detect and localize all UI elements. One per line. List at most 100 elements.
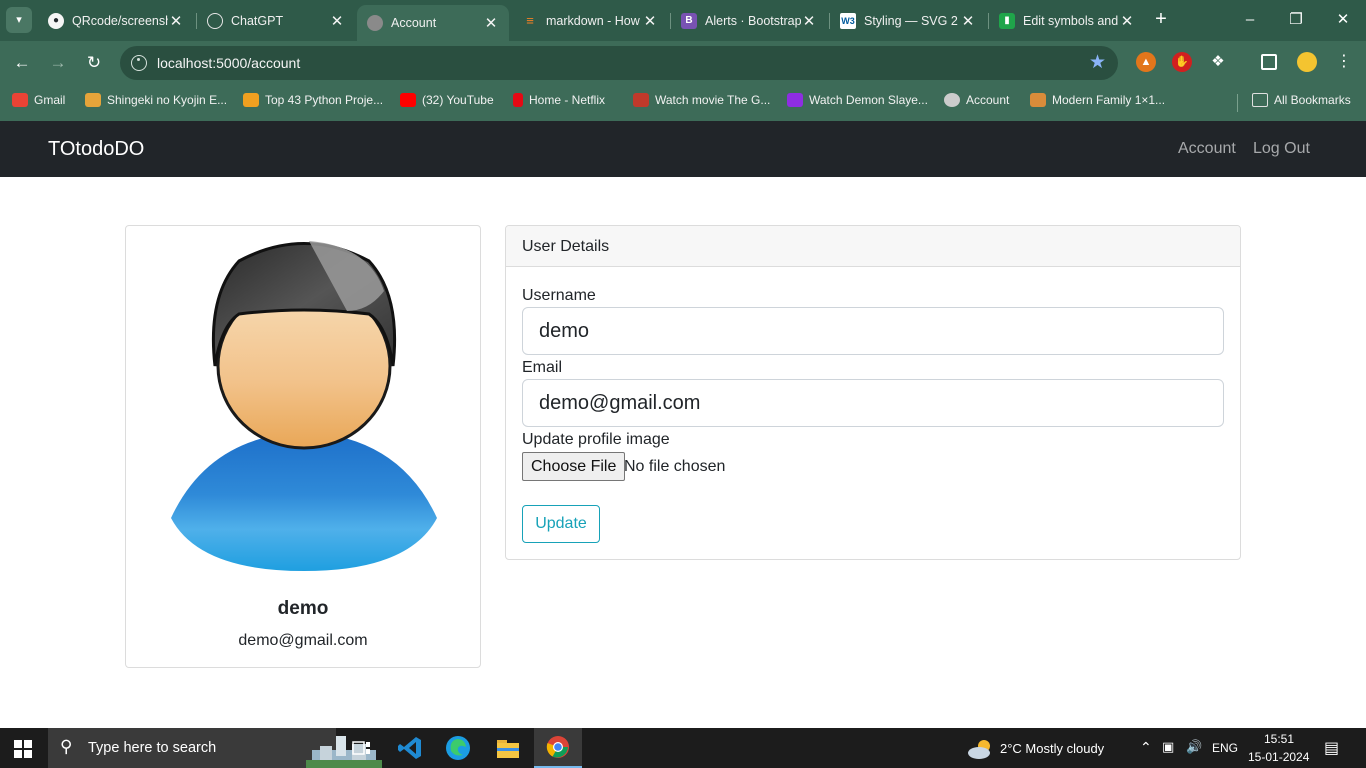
vscode-icon[interactable] — [386, 728, 434, 768]
bookmark-label: Top 43 Python Proje... — [265, 93, 384, 107]
chrome-icon[interactable] — [534, 728, 582, 768]
windows-start-icon[interactable] — [14, 740, 32, 758]
stackoverflow-icon: ≡ — [526, 13, 534, 28]
nav-account-link[interactable]: Account — [1178, 140, 1236, 158]
back-button[interactable]: ← — [8, 49, 36, 77]
bookmark-shingeki[interactable]: Shingeki no Kyojin E... — [85, 93, 227, 107]
profile-card: demo demo@gmail.com — [125, 225, 481, 668]
bookmark-label: Watch Demon Slaye... — [809, 93, 928, 107]
tab-chatgpt[interactable]: ChatGPT ✕ — [197, 6, 355, 35]
username-input[interactable] — [522, 307, 1224, 355]
close-icon[interactable]: ✕ — [168, 12, 184, 30]
close-icon[interactable]: ✕ — [1119, 12, 1135, 30]
tab-title: Edit symbols and — [1023, 13, 1119, 28]
minimize-button[interactable]: – — [1227, 6, 1273, 34]
bookmark-demon-slayer[interactable]: Watch Demon Slaye... — [787, 93, 928, 107]
close-icon[interactable]: ✕ — [329, 12, 345, 30]
adblock-extension-icon[interactable]: ✋ — [1172, 52, 1192, 72]
bookmark-star-icon[interactable]: ★ — [1089, 51, 1106, 74]
nav-logout-link[interactable]: Log Out — [1253, 140, 1310, 158]
bookmark-gmail[interactable]: Gmail — [12, 93, 65, 107]
weather-cloud-icon — [968, 740, 990, 759]
bookmark-account[interactable]: Account — [944, 93, 1009, 107]
bookmark-label: Shingeki no Kyojin E... — [107, 93, 228, 107]
user-details-card: User Details Username Email Update profi… — [505, 225, 1241, 560]
bookmark-label: Watch movie The G... — [655, 93, 771, 107]
bookmark-label: Account — [966, 93, 1010, 107]
close-icon[interactable]: ✕ — [801, 12, 817, 30]
chevron-up-icon[interactable]: ⌃ — [1140, 739, 1152, 756]
site-icon — [85, 93, 101, 107]
w3c-icon: W3 — [840, 12, 856, 29]
tab-title: Styling — SVG 2 — [864, 13, 958, 28]
profile-username: demo — [277, 598, 329, 619]
update-button[interactable]: Update — [522, 505, 600, 543]
notification-icon[interactable]: ▤ — [1324, 738, 1339, 758]
bookmark-label: Gmail — [34, 93, 66, 107]
play-icon — [787, 93, 803, 107]
search-placeholder: Type here to search — [88, 740, 217, 756]
bookmark-netflix[interactable]: Home - Netflix — [513, 93, 605, 107]
menu-kebab-icon[interactable]: ⋮ — [1334, 52, 1354, 72]
language-indicator[interactable]: ENG — [1212, 741, 1238, 755]
close-icon[interactable]: ✕ — [483, 14, 499, 32]
profile-avatar-icon[interactable] — [1297, 52, 1317, 72]
close-icon[interactable]: ✕ — [642, 12, 658, 30]
file-status: No file chosen — [624, 458, 726, 475]
tab-title: Alerts · Bootstrap — [705, 13, 801, 28]
brand-link[interactable]: TOtodoDO — [48, 138, 144, 161]
clock-time[interactable]: 15:51 — [1264, 732, 1294, 746]
folder-icon — [1252, 93, 1268, 107]
all-bookmarks-label: All Bookmarks — [1274, 93, 1351, 107]
site-icon — [1030, 93, 1046, 107]
site-info-icon[interactable] — [131, 55, 147, 71]
username-label: Username — [522, 287, 596, 304]
task-view-icon[interactable] — [338, 728, 386, 768]
choose-file-button[interactable]: Choose File — [522, 452, 626, 481]
file-explorer-icon[interactable] — [484, 728, 532, 768]
forward-button[interactable]: → — [44, 49, 72, 77]
editor-icon: ▮ — [999, 12, 1015, 29]
tab-bootstrap[interactable]: B Alerts · Bootstrap ✕ — [671, 6, 827, 35]
all-bookmarks-button[interactable]: All Bookmarks — [1252, 93, 1351, 107]
weather-text[interactable]: 2°C Mostly cloudy — [1000, 741, 1104, 756]
tab-edit-symbols[interactable]: ▮ Edit symbols and ✕ — [989, 6, 1145, 35]
tab-title: Account — [391, 16, 437, 30]
app-navbar: TOtodoDO Account Log Out — [0, 121, 1366, 177]
gmail-icon — [12, 93, 28, 107]
bookmark-watch-movie[interactable]: Watch movie The G... — [633, 93, 770, 107]
bookmark-python-projects[interactable]: Top 43 Python Proje... — [243, 93, 383, 107]
bookmark-modern-family[interactable]: Modern Family 1×1... — [1030, 93, 1165, 107]
close-icon[interactable]: ✕ — [960, 12, 976, 30]
address-text[interactable]: localhost:5000/account — [157, 55, 300, 71]
extensions-icon[interactable]: ❖ — [1208, 52, 1228, 72]
edge-icon[interactable] — [434, 728, 482, 768]
bookmark-youtube[interactable]: (32) YouTube — [400, 93, 494, 107]
tab-svg-styling[interactable]: W3 Styling — SVG 2 ✕ — [830, 6, 986, 35]
bookmark-label: Modern Family 1×1... — [1052, 93, 1166, 107]
metamask-extension-icon[interactable]: ▲ — [1136, 52, 1156, 72]
bookmark-label: Home - Netflix — [529, 93, 606, 107]
network-icon[interactable]: ▣ — [1162, 739, 1174, 755]
tab-markdown[interactable]: ≡ markdown - How ✕ — [512, 6, 668, 35]
tab-account[interactable]: Account ✕ — [357, 5, 509, 41]
new-tab-button[interactable]: + — [1150, 8, 1172, 32]
tab-search-button[interactable]: ▾ — [6, 7, 32, 33]
youtube-icon — [400, 93, 416, 107]
globe-icon — [944, 93, 960, 107]
reload-button[interactable]: ↻ — [80, 49, 108, 77]
close-window-button[interactable]: ✕ — [1320, 6, 1366, 34]
profile-image-label: Update profile image — [522, 431, 670, 448]
taskbar-search[interactable]: ⚲ Type here to search — [48, 728, 382, 768]
address-bar[interactable]: localhost:5000/account ★ — [120, 46, 1118, 80]
side-panel-icon[interactable] — [1261, 54, 1277, 70]
volume-icon[interactable]: 🔊 — [1186, 739, 1202, 755]
clock-date[interactable]: 15-01-2024 — [1248, 750, 1309, 764]
email-input[interactable] — [522, 379, 1224, 427]
restore-button[interactable]: ❐ — [1273, 6, 1319, 34]
tab-title: ChatGPT — [231, 13, 284, 28]
tab-qrcode[interactable]: ● QRcode/screensh ✕ — [38, 6, 194, 35]
email-label: Email — [522, 359, 563, 376]
tab-title: QRcode/screensh — [72, 13, 168, 28]
bootstrap-icon: B — [681, 12, 697, 29]
